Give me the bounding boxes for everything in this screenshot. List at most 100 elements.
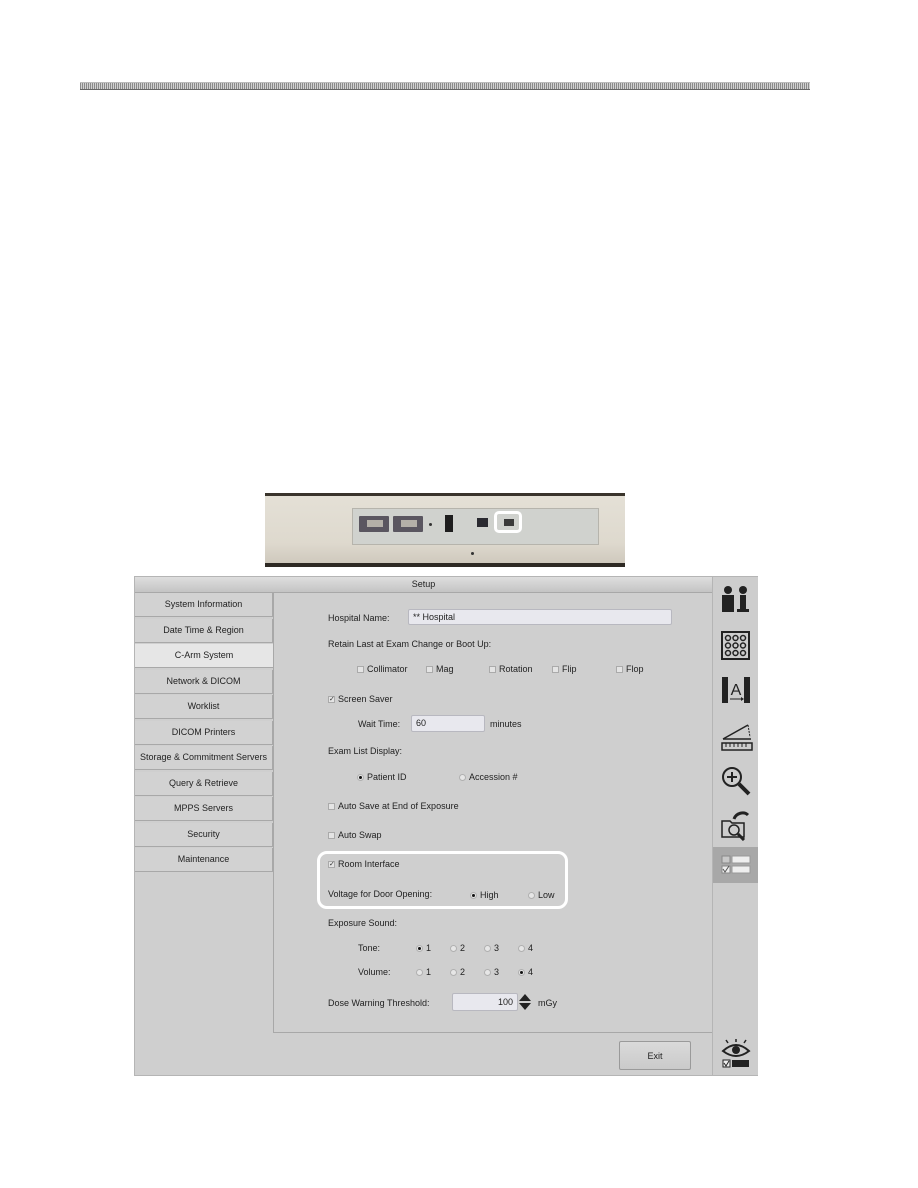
annotation-icon: A — [722, 677, 750, 703]
image-grid-tool-button[interactable] — [713, 626, 758, 662]
indicator-dot — [429, 523, 432, 526]
checkbox-box[interactable] — [328, 832, 335, 839]
radio-button[interactable] — [528, 892, 535, 899]
power-switch — [445, 515, 453, 532]
image-browse-icon — [721, 811, 750, 841]
nav-item-maintenance[interactable]: Maintenance — [135, 848, 273, 872]
radio-button[interactable] — [518, 945, 525, 952]
header-rule — [80, 82, 810, 90]
checkbox-label: Screen Saver — [338, 694, 393, 704]
dvi-port-2 — [393, 516, 423, 532]
dose-warning-input[interactable]: 100 — [452, 993, 518, 1011]
checkbox-label: Auto Save at End of Exposure — [338, 801, 459, 811]
wait-time-unit: minutes — [490, 719, 522, 729]
radio-label: Accession # — [469, 772, 518, 782]
setup-window: Setup System Information Date Time & Reg… — [134, 576, 758, 1076]
checkbox-box[interactable]: ✓ — [328, 861, 335, 868]
c-arm-settings-panel: Hospital Name: ** Hospital Retain Last a… — [273, 593, 713, 1033]
serial-port — [504, 519, 514, 526]
checkbox-label: Flop — [626, 664, 644, 674]
dose-warning-spinner[interactable] — [518, 994, 532, 1010]
nav-item-dicom-printers[interactable]: DICOM Printers — [135, 720, 273, 745]
radio-button[interactable] — [450, 945, 457, 952]
checkbox-box[interactable] — [489, 666, 496, 673]
screw-dot — [471, 552, 474, 555]
nav-item-security[interactable]: Security — [135, 822, 273, 847]
right-toolbar: A — [712, 577, 758, 1075]
checkbox-label: Rotation — [499, 664, 533, 674]
checkbox-box[interactable] — [616, 666, 623, 673]
checkbox-box[interactable] — [357, 666, 364, 673]
radio-label: High — [480, 890, 499, 900]
measure-tool-button[interactable] — [713, 717, 758, 753]
radio-label: 4 — [528, 967, 534, 977]
exam-list-label: Exam List Display: — [328, 746, 403, 756]
radio-label: 4 — [528, 943, 534, 953]
setup-icon — [721, 855, 751, 874]
checkbox-box[interactable] — [328, 803, 335, 810]
dose-warning-unit: mGy — [538, 998, 557, 1008]
checkbox-label: Flip — [562, 664, 577, 674]
image-browse-tool-button[interactable] — [713, 805, 758, 841]
network-port — [477, 518, 488, 527]
nav-item-storage-commitment[interactable]: Storage & Commitment Servers — [135, 746, 273, 770]
tone-label: Tone: — [358, 943, 381, 953]
radio-button[interactable] — [470, 892, 477, 899]
checkbox-label: Collimator — [367, 664, 408, 674]
retain-label: Retain Last at Exam Change or Boot Up: — [328, 639, 492, 649]
radio-button[interactable] — [484, 969, 491, 976]
radio-button[interactable] — [518, 969, 525, 976]
spinner-down-icon[interactable] — [519, 1003, 531, 1010]
radio-label: 1 — [426, 943, 432, 953]
annotation-tool-button[interactable]: A — [713, 671, 758, 707]
checkbox-label: Mag — [436, 664, 454, 674]
hospital-name-label: Hospital Name: — [328, 613, 390, 623]
nav-item-query-retrieve[interactable]: Query & Retrieve — [135, 771, 273, 796]
setup-tool-button[interactable] — [713, 847, 758, 883]
spinner-up-icon[interactable] — [519, 994, 531, 1001]
volume-label: Volume: — [358, 967, 391, 977]
serial-port-highlight — [494, 511, 522, 533]
image-grid-icon — [721, 631, 750, 660]
nav-item-network-dicom[interactable]: Network & DICOM — [135, 669, 273, 694]
checkbox-label: Auto Swap — [338, 830, 382, 840]
connector-panel-photo — [265, 493, 625, 567]
zoom-icon — [722, 767, 751, 796]
view-options-tool-button[interactable] — [713, 1035, 758, 1071]
wait-time-label: Wait Time: — [358, 719, 401, 729]
radio-button[interactable] — [484, 945, 491, 952]
hospital-name-input[interactable]: ** Hospital — [408, 609, 672, 625]
radio-button[interactable] — [450, 969, 457, 976]
radio-label: Patient ID — [367, 772, 407, 782]
radio-label: 3 — [494, 967, 500, 977]
wait-time-input[interactable]: 60 — [411, 715, 485, 732]
radio-button[interactable] — [459, 774, 466, 781]
window-title: Setup — [135, 577, 712, 593]
checkbox-box[interactable]: ✓ — [328, 696, 335, 703]
nav-item-system-information[interactable]: System Information — [135, 593, 273, 617]
nav-item-mpps-servers[interactable]: MPPS Servers — [135, 797, 273, 821]
radio-button[interactable] — [357, 774, 364, 781]
checkbox-box[interactable] — [552, 666, 559, 673]
measure-icon — [721, 724, 753, 751]
radio-button[interactable] — [416, 969, 423, 976]
nav-item-worklist[interactable]: Worklist — [135, 695, 273, 719]
voltage-label: Voltage for Door Opening: — [328, 889, 433, 899]
patient-tool-button[interactable] — [713, 581, 758, 617]
nav-item-c-arm-system[interactable]: C-Arm System — [135, 644, 273, 668]
nav-item-date-time-region[interactable]: Date Time & Region — [135, 618, 273, 643]
zoom-tool-button[interactable] — [713, 761, 758, 797]
connector-recess — [352, 508, 599, 545]
checkbox-box[interactable] — [426, 666, 433, 673]
radio-label: 1 — [426, 967, 432, 977]
dvi-port-1 — [359, 516, 389, 532]
radio-label: Low — [538, 890, 555, 900]
exit-button[interactable]: Exit — [619, 1041, 691, 1070]
radio-button[interactable] — [416, 945, 423, 952]
checkbox-label: Room Interface — [338, 859, 400, 869]
svg-text:A: A — [731, 682, 742, 699]
radio-label: 2 — [460, 943, 466, 953]
dose-warning-label: Dose Warning Threshold: — [328, 998, 430, 1008]
radio-label: 3 — [494, 943, 500, 953]
view-options-icon — [721, 1039, 751, 1068]
